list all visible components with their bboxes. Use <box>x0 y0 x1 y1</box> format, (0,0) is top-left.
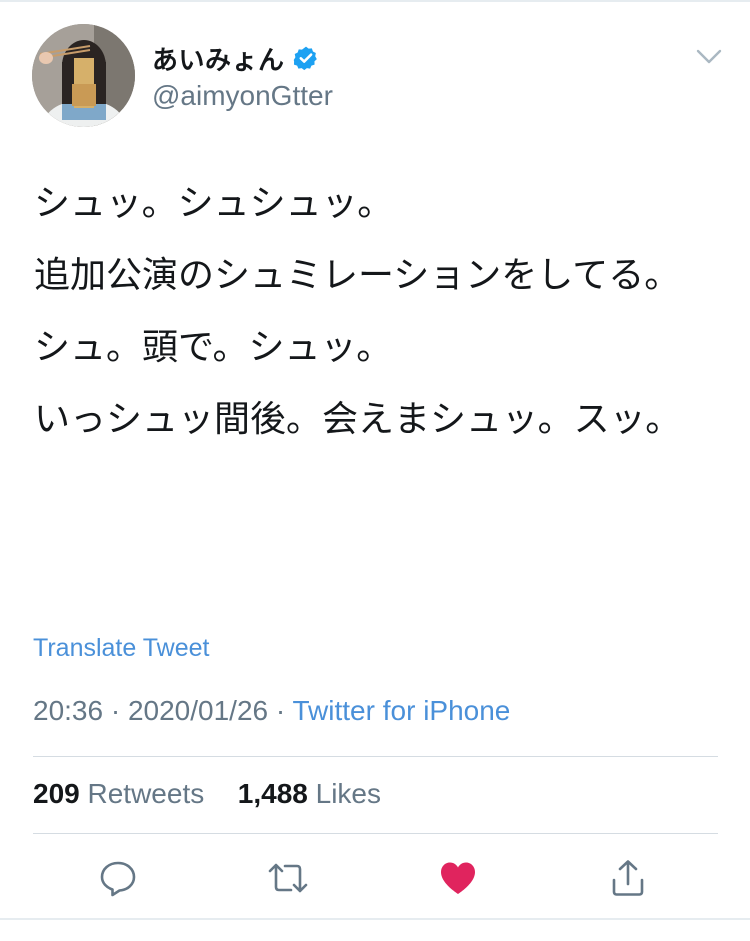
retweets-stat[interactable]: 209 Retweets <box>33 778 212 809</box>
tweet-paragraph: シュッ。シュシュッ。 <box>34 183 394 224</box>
likes-label: Likes <box>315 778 382 809</box>
share-icon <box>608 858 648 902</box>
divider <box>33 833 718 834</box>
reply-button[interactable] <box>96 858 140 902</box>
avatar[interactable] <box>32 24 135 127</box>
retweet-icon <box>266 858 310 902</box>
display-name-row: あいみょん <box>152 40 333 76</box>
tweet-meta: 20:36 · 2020/01/26 · Twitter for iPhone <box>33 695 510 727</box>
tweet-paragraph: いっシュッ間後。会えまシュッ。スッ。 <box>34 399 682 440</box>
tweet-paragraph: 追加公演のシュミレーションをしてる。 <box>34 255 681 296</box>
tweet-time: 20:36 <box>33 695 104 726</box>
top-border <box>0 0 750 2</box>
author-display-name[interactable]: あいみょん <box>152 40 285 77</box>
verified-badge-icon <box>293 45 319 71</box>
divider <box>33 756 718 757</box>
tweet-header: あいみょん @aimyonGtter <box>32 24 722 129</box>
tweet-stats: 209 Retweets 1,488 Likes <box>33 778 381 810</box>
meta-separator: · <box>110 695 121 726</box>
chevron-down-icon[interactable] <box>696 48 722 66</box>
retweet-button[interactable] <box>266 858 310 902</box>
tweet-text: シュッ。シュシュッ。 追加公演のシュミレーションをしてる。 シュ。頭で。シュッ。… <box>34 172 714 460</box>
author-names[interactable]: あいみょん @aimyonGtter <box>152 40 333 112</box>
like-button[interactable] <box>436 858 480 902</box>
retweets-count: 209 <box>33 778 80 809</box>
likes-stat[interactable]: 1,488 Likes <box>238 778 381 809</box>
likes-count: 1,488 <box>237 778 308 809</box>
tweet-date: 2020/01/26 <box>127 695 269 726</box>
meta-separator: · <box>275 695 286 726</box>
translate-tweet-link[interactable]: Translate Tweet <box>33 634 209 663</box>
share-button[interactable] <box>606 858 650 902</box>
retweets-label: Retweets <box>87 778 205 809</box>
tweet-paragraph: シュ。頭で。シュッ。 <box>34 327 393 368</box>
author-handle[interactable]: @aimyonGtter <box>152 80 333 112</box>
action-bar <box>0 858 750 902</box>
bottom-border <box>0 918 750 920</box>
tweet-source-link[interactable]: Twitter for iPhone <box>293 695 511 726</box>
reply-icon <box>98 858 138 902</box>
heart-icon <box>438 858 478 902</box>
